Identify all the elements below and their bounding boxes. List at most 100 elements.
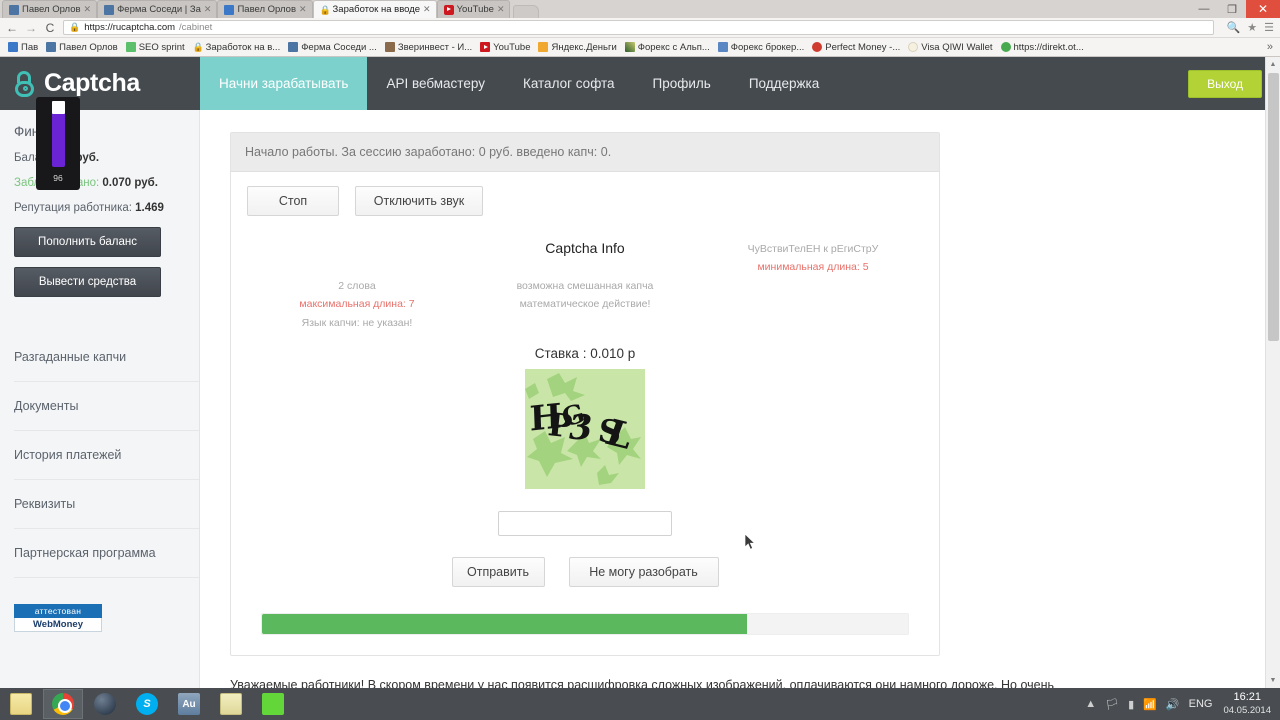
photo-icon <box>384 42 395 52</box>
omnibox-row: ← → C 🔒 https://rucaptcha.com/cabinet 🔍 … <box>0 18 1280 38</box>
bookmark-item[interactable]: Perfect Money -... <box>809 41 903 54</box>
green-circle-icon <box>1000 42 1011 52</box>
send-button[interactable]: Отправить <box>451 556 545 587</box>
mixed-captcha-note: возможна смешанная капча <box>516 279 654 292</box>
omnibox-actions: 🔍 ★ ☰ <box>1221 21 1274 34</box>
taskbar-greenapp-button[interactable] <box>253 689 293 719</box>
bookmark-label: SEO sprint <box>138 41 185 53</box>
bookmark-item[interactable]: Зверинвест - И... <box>382 41 475 54</box>
math-action-note: математическое действие! <box>519 298 651 311</box>
browser-tab-active[interactable]: 🔒 Заработок на вводе ✕ <box>312 0 437 18</box>
taskbar-skype-button[interactable]: S <box>127 689 167 719</box>
deposit-button[interactable]: Пополнить баланс <box>14 227 161 257</box>
page-scrollbar[interactable]: ▲ ▼ <box>1265 57 1280 688</box>
tab-close-icon[interactable]: ✕ <box>497 4 505 15</box>
webmoney-badge[interactable]: аттестован WebMoney <box>14 604 102 632</box>
nav-item-support[interactable]: Поддержка <box>730 57 838 110</box>
bookmark-item[interactable]: Пав <box>5 41 41 54</box>
sidebar-item-documents[interactable]: Документы <box>14 382 199 431</box>
taskbar-buttons: S Au <box>0 688 294 720</box>
youtube-icon <box>480 42 491 52</box>
tab-title: Ферма Соседи | За <box>117 4 201 15</box>
taskbar-explorer-button[interactable] <box>1 689 41 719</box>
withdraw-button[interactable]: Вывести средства <box>14 267 161 297</box>
bookmark-label: Яндекс.Деньги <box>551 41 617 53</box>
work-panel: Начало работы. За сессию заработано: 0 р… <box>230 132 940 656</box>
red-circle-icon <box>812 42 823 52</box>
search-icon[interactable]: 🔍 <box>1227 21 1241 34</box>
maximize-button[interactable]: ❐ <box>1218 0 1246 18</box>
nav-item-profile[interactable]: Профиль <box>634 57 730 110</box>
taskbar-notes-button[interactable] <box>211 689 251 719</box>
close-window-button[interactable]: ✕ <box>1246 0 1280 18</box>
captcha-answer-input[interactable] <box>498 510 672 536</box>
forward-icon[interactable]: → <box>25 21 37 35</box>
submit-row: Отправить Не могу разобрать <box>247 556 923 587</box>
logout-button[interactable]: Выход <box>1188 69 1262 98</box>
nav-item-software-catalog[interactable]: Каталог софта <box>504 57 634 110</box>
brand-name: Captcha <box>44 69 140 97</box>
bookmark-label: Зверинвест - И... <box>397 41 473 53</box>
stop-button[interactable]: Стоп <box>247 186 339 216</box>
sidebar-item-requisites[interactable]: Реквизиты <box>14 480 199 529</box>
browser-tab[interactable]: Павел Орлов ✕ <box>2 0 98 18</box>
tray-battery-icon[interactable]: ▮ <box>1128 698 1134 711</box>
volume-slider[interactable] <box>51 101 65 167</box>
tray-flag-icon[interactable]: 🏳 <box>1105 698 1119 711</box>
scroll-down-icon[interactable]: ▼ <box>1266 673 1280 688</box>
words-count-note: 2 слова <box>338 279 376 292</box>
bookmarks-overflow-icon[interactable]: » <box>1267 41 1275 53</box>
language-indicator[interactable]: ENG <box>1189 698 1213 710</box>
tab-close-icon[interactable]: ✕ <box>423 4 431 15</box>
tray-network-icon[interactable]: 📶 <box>1143 698 1157 711</box>
sidebar-item-payment-history[interactable]: История платежей <box>14 431 199 480</box>
scroll-up-icon[interactable]: ▲ <box>1266 57 1280 72</box>
min-length-note: минимальная длина: 5 <box>757 261 869 274</box>
volume-osd-overlay: 96 <box>36 97 80 190</box>
cannot-read-button[interactable]: Не могу разобрать <box>568 556 719 587</box>
scrollbar-thumb[interactable] <box>1268 73 1279 341</box>
back-icon[interactable]: ← <box>6 21 18 35</box>
bookmark-item[interactable]: https://direkt.ot... <box>998 41 1087 54</box>
address-bar[interactable]: 🔒 https://rucaptcha.com/cabinet <box>63 20 1214 35</box>
bookmark-label: Пав <box>21 41 39 53</box>
bookmark-item[interactable]: SEO sprint <box>123 41 188 54</box>
taskbar-chrome-button[interactable] <box>43 689 83 719</box>
bookmark-item[interactable]: Visa QIWI Wallet <box>905 41 995 54</box>
max-length-note: максимальная длина: 7 <box>299 298 415 311</box>
volume-value: 96 <box>53 173 63 183</box>
sidebar-item-solved-captchas[interactable]: Разгаданные капчи <box>14 333 199 382</box>
tab-close-icon[interactable]: ✕ <box>299 4 307 15</box>
mute-sound-button[interactable]: Отключить звук <box>355 186 483 216</box>
browser-tab[interactable]: YouTube ✕ <box>436 0 511 18</box>
bookmark-item[interactable]: 🔒 Заработок на в... <box>190 41 284 54</box>
volume-knob[interactable] <box>51 101 65 114</box>
site-logo[interactable]: Captcha <box>0 57 200 110</box>
bookmark-star-icon[interactable]: ★ <box>1247 21 1257 34</box>
reload-icon[interactable]: C <box>44 21 56 35</box>
bookmark-label: Visa QIWI Wallet <box>921 41 993 53</box>
minimize-button[interactable]: — <box>1190 0 1218 18</box>
bookmark-item[interactable]: Форекс брокер... <box>715 41 807 54</box>
tray-expand-icon[interactable]: ▲ <box>1085 698 1096 710</box>
bookmark-item[interactable]: YouTube <box>477 41 533 54</box>
tab-close-icon[interactable]: ✕ <box>84 4 92 15</box>
nav-item-start-earning[interactable]: Начни зарабатывать <box>200 57 368 110</box>
sidebar-item-affiliate-program[interactable]: Партнерская программа <box>14 529 199 578</box>
tray-volume-icon[interactable]: 🔊 <box>1166 698 1180 711</box>
browser-tab[interactable]: Ферма Соседи | За ✕ <box>97 0 218 18</box>
browser-tab[interactable]: Павел Орлов ✕ <box>217 0 313 18</box>
taskbar-media-button[interactable] <box>85 689 125 719</box>
new-tab-button[interactable] <box>513 5 540 18</box>
tab-close-icon[interactable]: ✕ <box>204 4 212 15</box>
media-player-icon <box>94 693 116 715</box>
bookmark-item[interactable]: Форекс с Альп... <box>622 41 713 54</box>
taskbar-audition-button[interactable]: Au <box>169 689 209 719</box>
bookmark-item[interactable]: Яндекс.Деньги <box>535 41 619 54</box>
bookmark-item[interactable]: Ферма Соседи ... <box>285 41 380 54</box>
captcha-info-center: 2 слова максимальная длина: 7 Язык капчи… <box>247 277 467 332</box>
taskbar-clock[interactable]: 16:21 04.05.2014 <box>1221 691 1271 717</box>
bookmark-item[interactable]: Павел Орлов <box>43 41 121 54</box>
nav-item-api[interactable]: API вебмастеру <box>367 57 504 110</box>
chrome-menu-icon[interactable]: ☰ <box>1264 21 1274 34</box>
